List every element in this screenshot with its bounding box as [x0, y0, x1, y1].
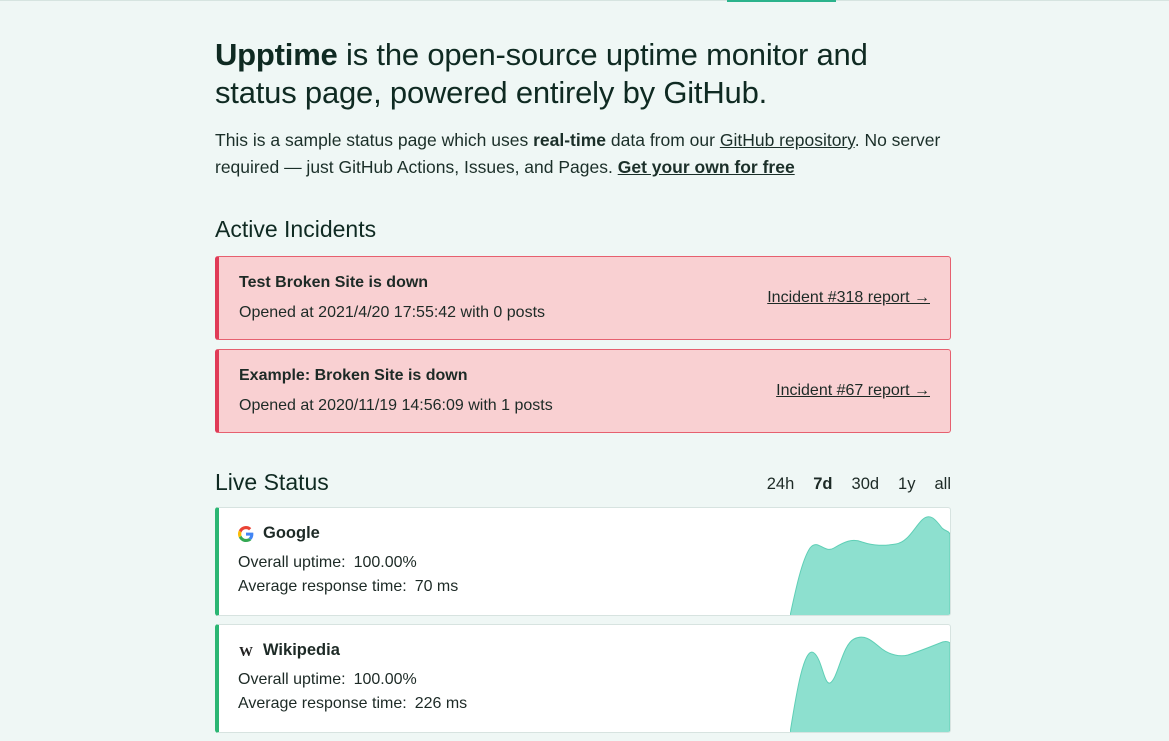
github-repository-link[interactable]: GitHub repository	[720, 130, 855, 150]
site-name-row: W Wikipedia	[238, 641, 340, 660]
uptime-row: Overall uptime: 100.00%	[238, 671, 417, 689]
response-time-row: Average response time: 226 ms	[238, 695, 467, 713]
site-card[interactable]: Google Overall uptime: 100.00% Average re…	[215, 507, 951, 616]
response-time-label: Average response time:	[238, 695, 407, 712]
incident-report-link[interactable]: Incident #318 report →	[767, 289, 930, 307]
uptime-label: Overall uptime:	[238, 554, 346, 571]
site-status-list: Google Overall uptime: 100.00% Average re…	[215, 507, 951, 733]
live-status-heading: Live Status	[215, 469, 329, 495]
brand-name: Upptime	[215, 37, 338, 72]
site-name: Google	[263, 524, 320, 542]
time-range-selector: 24h 7d 30d 1y all	[748, 475, 951, 494]
main-content: Upptime is the open-source uptime monito…	[215, 36, 951, 733]
site-name: Wikipedia	[263, 641, 340, 659]
incidents-list: Test Broken Site is down Opened at 2021/…	[215, 256, 951, 433]
response-time-sparkline	[790, 516, 950, 615]
response-time-label: Average response time:	[238, 578, 407, 595]
range-30d[interactable]: 30d	[852, 475, 880, 494]
range-all[interactable]: all	[934, 475, 951, 494]
wikipedia-icon: W	[238, 643, 254, 660]
intro-paragraph: This is a sample status page which uses …	[215, 127, 951, 181]
top-divider	[0, 0, 1169, 1]
google-icon	[238, 525, 254, 542]
range-1y[interactable]: 1y	[898, 475, 915, 494]
range-7d[interactable]: 7d	[813, 475, 832, 494]
incident-card: Example: Broken Site is down Opened at 2…	[215, 349, 951, 433]
incident-card: Test Broken Site is down Opened at 2021/…	[215, 256, 951, 340]
intro-text-1: This is a sample status page which uses	[215, 130, 534, 150]
response-time-value: 226 ms	[414, 695, 468, 712]
intro-bold: real-time	[533, 130, 607, 150]
get-your-own-label: Get your own for free	[617, 157, 795, 177]
response-time-sparkline	[790, 636, 950, 732]
uptime-value: 100.00%	[353, 554, 417, 571]
range-24h[interactable]: 24h	[767, 475, 795, 494]
active-nav-indicator	[727, 0, 836, 2]
site-card[interactable]: W Wikipedia Overall uptime: 100.00% Avera…	[215, 624, 951, 733]
svg-text:W: W	[239, 645, 253, 659]
page-title: Upptime is the open-source uptime monito…	[215, 36, 951, 112]
response-time-row: Average response time: 70 ms	[238, 578, 458, 596]
intro-text-2: data from our	[606, 130, 720, 150]
incident-report-link[interactable]: Incident #67 report →	[776, 382, 930, 400]
uptime-label: Overall uptime:	[238, 671, 346, 688]
uptime-value: 100.00%	[353, 671, 417, 688]
uptime-row: Overall uptime: 100.00%	[238, 554, 417, 572]
get-your-own-link[interactable]: Get your own for free	[618, 157, 795, 177]
active-incidents-heading: Active Incidents	[215, 216, 377, 242]
live-status-header: Live Status 24h 7d 30d 1y all	[215, 466, 951, 496]
site-name-row: Google	[238, 524, 320, 543]
response-time-value: 70 ms	[414, 578, 459, 595]
